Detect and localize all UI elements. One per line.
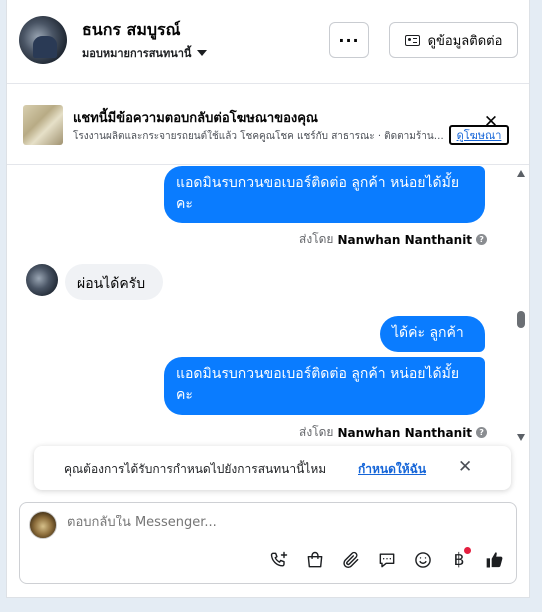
view-contact-label: ดูข้อมูลติดต่อ: [427, 33, 503, 49]
assign-notice: คุณต้องการได้รับการกำหนดไปยังการสนทนานี้…: [34, 446, 511, 490]
assign-label: มอบหมายการสนทนานี้: [82, 47, 192, 60]
view-contact-button[interactable]: ดูข้อมูลติดต่อ: [389, 22, 518, 58]
caret-down-icon: [197, 50, 208, 56]
message-bubble-outgoing[interactable]: แอดมินรบกวนขอเบอร์ติดต่อ ลูกค้า หน่อยได้…: [164, 166, 485, 223]
info-icon[interactable]: ?: [476, 427, 488, 438]
ad-banner-title: แชทนี้มีข้อความตอบกลับต่อโฆษณาของคุณ: [73, 111, 318, 126]
contact-avatar[interactable]: [19, 16, 67, 64]
phone-add-icon[interactable]: [268, 549, 290, 571]
conversation-header: ธนกร สมบูรณ์ มอบหมายการสนทนานี้ ··· ดูข้…: [7, 0, 529, 84]
sent-by-agent: Nanwhan Nanthanit: [337, 425, 473, 440]
sent-by-prefix: ส่งโดย: [299, 425, 334, 439]
page-avatar: [29, 511, 57, 539]
sent-by-label: ส่งโดย Nanwhan Nanthanit ?: [299, 423, 488, 442]
ad-reply-banner: แชทนี้มีข้อความตอบกลับต่อโฆษณาของคุณ โรง…: [7, 85, 529, 165]
ad-thumbnail[interactable]: [23, 105, 63, 145]
scroll-down-arrow-icon[interactable]: [517, 434, 525, 441]
message-bubble-outgoing[interactable]: ได้ค่ะ ลูกค้า: [380, 316, 485, 352]
message-bubble-outgoing[interactable]: แอดมินรบกวนขอเบอร์ติดต่อ ลูกค้า หน่อยได้…: [164, 357, 485, 415]
view-ad-link[interactable]: ดูโฆษณา: [449, 125, 509, 145]
saved-reply-icon[interactable]: [376, 549, 398, 571]
info-icon[interactable]: ?: [476, 234, 488, 245]
reply-input[interactable]: [67, 515, 487, 530]
assign-dropdown[interactable]: มอบหมายการสนทนานี้: [82, 44, 208, 62]
emoji-icon[interactable]: [412, 549, 434, 571]
shopping-bag-icon[interactable]: [304, 549, 326, 571]
attachment-icon[interactable]: [340, 549, 362, 571]
assign-notice-text: คุณต้องการได้รับการกำหนดไปยังการสนทนานี้…: [64, 462, 327, 476]
close-icon[interactable]: ✕: [458, 458, 472, 476]
sent-by-label: ส่งโดย Nanwhan Nanthanit ?: [299, 230, 488, 249]
notification-dot: [464, 547, 471, 554]
composer-toolbar: ฿: [268, 547, 506, 571]
message-bubble-incoming[interactable]: ผ่อนได้ครับ: [65, 264, 163, 300]
contact-name[interactable]: ธนกร สมบูรณ์: [82, 18, 180, 43]
sent-by-prefix: ส่งโดย: [299, 232, 334, 246]
scroll-up-arrow-icon[interactable]: [517, 170, 525, 177]
close-icon[interactable]: ✕: [483, 114, 499, 131]
contact-card-icon: [404, 34, 420, 46]
baht-payment-icon[interactable]: ฿: [448, 547, 471, 571]
more-options-button[interactable]: ···: [329, 22, 369, 58]
sent-by-agent: Nanwhan Nanthanit: [337, 232, 473, 247]
contact-avatar-small: [26, 264, 58, 296]
baht-symbol: ฿: [453, 550, 465, 570]
ad-banner-description: โรงงานผลิตและกระจายรถยนต์ใช้แล้ว โชคคูณโ…: [73, 131, 448, 142]
message-composer: ฿: [19, 502, 517, 584]
assign-to-me-link[interactable]: กำหนดให้ฉัน: [358, 460, 426, 479]
scrollbar-thumb[interactable]: [517, 311, 525, 328]
conversation-panel: ธนกร สมบูรณ์ มอบหมายการสนทนานี้ ··· ดูข้…: [6, 0, 530, 598]
thumbs-up-icon[interactable]: [484, 549, 506, 571]
